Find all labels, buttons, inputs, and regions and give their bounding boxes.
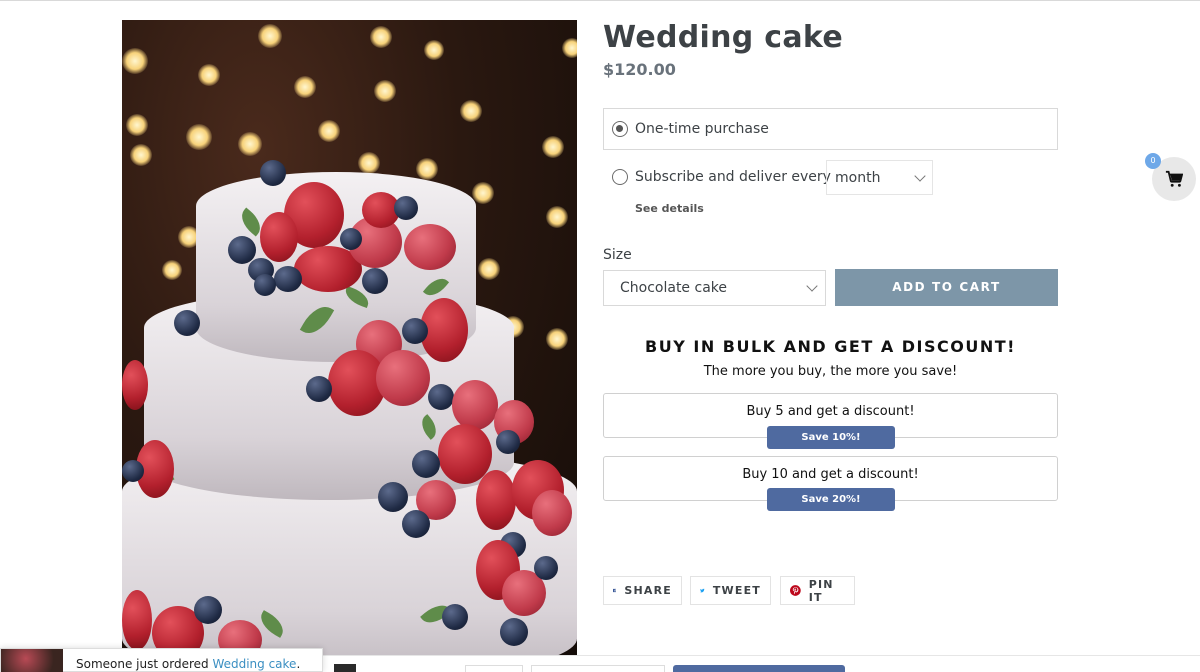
bulk-tier-label: Buy 10 and get a discount!: [742, 467, 919, 482]
frequency-select[interactable]: month: [826, 160, 933, 195]
chevron-down-icon: [806, 280, 818, 292]
share-pinterest-label: PIN IT: [808, 577, 834, 604]
recent-order-toast[interactable]: Someone just ordered Wedding cake.: [0, 648, 323, 672]
subscribe-label[interactable]: Subscribe and deliver every: [635, 169, 831, 185]
cart-count-badge: 0: [1145, 153, 1161, 169]
share-facebook-label: SHARE: [624, 584, 672, 597]
toast-message: Someone just ordered Wedding cake.: [76, 657, 300, 671]
toast-product-thumbnail: [1, 649, 63, 672]
top-border: [0, 0, 1200, 1]
toast-prefix: Someone just ordered: [76, 657, 213, 671]
size-label: Size: [603, 247, 632, 263]
subscribe-radio[interactable]: [612, 169, 628, 185]
sticky-bar-thumbnail: [334, 664, 356, 672]
bulk-tier-badge: Save 20%!: [767, 488, 895, 511]
bulk-discount-title: BUY IN BULK AND GET A DISCOUNT!: [645, 337, 1016, 356]
size-select[interactable]: Chocolate cake: [603, 270, 826, 306]
share-twitter-button[interactable]: TWEET: [690, 576, 771, 605]
toast-product-link[interactable]: Wedding cake: [212, 657, 296, 671]
product-price: $120.00: [603, 60, 676, 79]
share-facebook-button[interactable]: SHARE: [603, 576, 682, 605]
twitter-icon: [700, 588, 705, 593]
bulk-discount-subtitle: The more you buy, the more you save!: [703, 364, 958, 379]
cart-icon: [1165, 170, 1183, 187]
sticky-bar-variant-select[interactable]: [531, 665, 665, 672]
bulk-tier-badge: Save 10%!: [767, 426, 895, 449]
toast-suffix: .: [296, 657, 301, 671]
sticky-bar-quantity[interactable]: [465, 665, 523, 672]
product-title: Wedding cake: [603, 20, 843, 55]
share-twitter-label: TWEET: [712, 584, 761, 597]
frequency-value: month: [835, 170, 881, 186]
one-time-label[interactable]: One-time purchase: [635, 121, 769, 137]
bulk-tier-label: Buy 5 and get a discount!: [746, 404, 915, 419]
one-time-radio[interactable]: [612, 121, 628, 137]
add-to-cart-button[interactable]: ADD TO CART: [835, 269, 1058, 306]
sticky-bar-add-button[interactable]: [673, 665, 845, 672]
facebook-icon: [613, 588, 617, 593]
size-value: Chocolate cake: [620, 280, 727, 296]
see-details-link[interactable]: See details: [635, 202, 704, 215]
product-image[interactable]: [122, 20, 577, 660]
pinterest-icon: [790, 585, 801, 596]
chevron-down-icon: [914, 170, 926, 182]
share-pinterest-button[interactable]: PIN IT: [780, 576, 855, 605]
